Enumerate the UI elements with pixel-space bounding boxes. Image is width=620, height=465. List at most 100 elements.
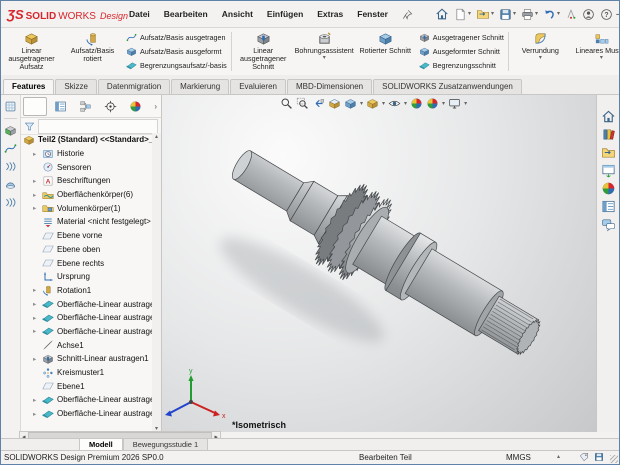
custom-properties-icon[interactable] bbox=[601, 199, 616, 214]
tree-item-material[interactable]: Material <nicht festgelegt> bbox=[21, 215, 152, 229]
extruded-boss-button[interactable]: Linear ausgetragener Aufsatz bbox=[1, 28, 62, 75]
surface-patch-icon[interactable] bbox=[4, 100, 17, 113]
dropdown-caret[interactable]: ▾ bbox=[513, 11, 516, 17]
dropdown-caret[interactable]: ▾ bbox=[464, 101, 467, 107]
previous-view-icon[interactable] bbox=[312, 97, 325, 110]
expand-arrow[interactable]: ▸ bbox=[33, 300, 42, 308]
tab-mbd-dimensionen[interactable]: MBD-Dimensionen bbox=[287, 79, 372, 95]
expand-arrow[interactable]: ▸ bbox=[33, 177, 42, 185]
home-icon[interactable] bbox=[601, 109, 616, 124]
tree-item-kreismuster1[interactable]: Kreismuster1 bbox=[21, 366, 152, 380]
expand-arrow[interactable]: ▸ bbox=[33, 191, 42, 199]
menu-datei[interactable]: Datei bbox=[129, 9, 150, 20]
tab-datenmigration[interactable]: Datenmigration bbox=[98, 79, 170, 95]
tree-item-surf-austragen5[interactable]: ▸Oberfläche-Linear austragen5 bbox=[21, 407, 152, 421]
curve-icon[interactable] bbox=[4, 160, 17, 173]
tab-markierung[interactable]: Markierung bbox=[171, 79, 229, 95]
resize-grip[interactable] bbox=[610, 455, 618, 463]
tree-item-surf-austragen2[interactable]: ▸Oberfläche-Linear austragen2 bbox=[21, 311, 152, 325]
tree-item-beschriftungen[interactable]: ▸Beschriftungen bbox=[21, 174, 152, 188]
tab-features[interactable]: Features bbox=[3, 79, 54, 95]
dome-icon[interactable] bbox=[4, 178, 17, 191]
graphics-viewport[interactable]: x y z ▾ ▾ ▾ ▾ ▾ *Isometrisch bbox=[162, 95, 597, 432]
rebuild-button[interactable] bbox=[565, 8, 577, 20]
help-button[interactable] bbox=[600, 8, 613, 21]
file-explorer-icon[interactable] bbox=[601, 145, 616, 160]
tree-item-ebene1[interactable]: Ebene1 bbox=[21, 379, 152, 393]
new-document-button[interactable]: ▾ bbox=[454, 8, 471, 21]
tab-displaymanager[interactable] bbox=[123, 97, 147, 116]
solidworks-forum-icon[interactable] bbox=[601, 217, 616, 232]
dropdown-caret[interactable]: ▾ bbox=[535, 11, 538, 17]
expand-arrow[interactable]: ▸ bbox=[33, 150, 42, 158]
tree-item-rotation1[interactable]: ▸Rotation1 bbox=[21, 284, 152, 298]
units-caret[interactable]: ▴ bbox=[557, 454, 560, 460]
tab-featuremanager[interactable] bbox=[23, 97, 47, 116]
boundary-cut-button[interactable]: Begrenzungsschnitt bbox=[419, 60, 504, 71]
sign-in-button[interactable] bbox=[582, 8, 595, 21]
custom-properties-tag-icon[interactable] bbox=[579, 452, 589, 462]
tree-item-surf-austragen3[interactable]: ▸Oberfläche-Linear austragen3 bbox=[21, 325, 152, 339]
dropdown-caret[interactable]: ▾ bbox=[404, 101, 407, 107]
gear-shaft-model[interactable]: x y z bbox=[162, 95, 597, 432]
revolved-cut-button[interactable]: Rotierter Schnitt bbox=[355, 28, 416, 75]
tree-item-historie[interactable]: ▸Historie bbox=[21, 147, 152, 161]
linear-pattern-button[interactable]: Lineares Muster ▾ bbox=[571, 28, 619, 75]
tree-item-oberflaechenkoerper[interactable]: ▸Oberflächenkörper(6) bbox=[21, 188, 152, 202]
dropdown-caret[interactable]: ▾ bbox=[382, 101, 385, 107]
tree-item-schnitt-austragen1[interactable]: ▸Schnitt-Linear austragen1 bbox=[21, 352, 152, 366]
swept-boss-button[interactable]: Aufsatz/Basis ausgetragen bbox=[126, 32, 227, 43]
undo-button[interactable]: ▾ bbox=[543, 8, 560, 21]
dropdown-caret[interactable]: ▾ bbox=[442, 101, 445, 107]
tree-item-ebene-vorne[interactable]: Ebene vorne bbox=[21, 229, 152, 243]
apply-scene-icon[interactable] bbox=[426, 97, 439, 110]
tab-configurationmanager[interactable] bbox=[73, 97, 97, 116]
expand-arrow[interactable]: ▸ bbox=[33, 396, 42, 404]
tree-item-surf-austragen4[interactable]: ▸Oberfläche-Linear austragen4 bbox=[21, 393, 152, 407]
view-settings-icon[interactable] bbox=[448, 97, 461, 110]
tree-item-ebene-oben[interactable]: Ebene oben bbox=[21, 243, 152, 257]
dropdown-caret[interactable]: ▾ bbox=[539, 55, 542, 61]
dropdown-caret[interactable]: ▾ bbox=[360, 101, 363, 107]
expand-arrow[interactable]: ▸ bbox=[33, 314, 42, 322]
tree-item-surf-austragen1[interactable]: ▸Oberfläche-Linear austragen1 bbox=[21, 297, 152, 311]
view-orientation-icon[interactable] bbox=[344, 97, 357, 110]
expand-arrow[interactable]: ▸ bbox=[33, 286, 42, 294]
dropdown-caret[interactable]: ▾ bbox=[468, 11, 471, 17]
coil-icon[interactable] bbox=[4, 196, 17, 209]
panel-flyout-button[interactable]: › bbox=[154, 102, 159, 111]
expand-arrow[interactable]: ▸ bbox=[33, 327, 42, 335]
scroll-up-arrow[interactable]: ▴ bbox=[155, 133, 158, 140]
hide-show-items-icon[interactable] bbox=[388, 97, 401, 110]
boundary-boss-button[interactable]: Begrenzungsaufsatz/-basis bbox=[126, 60, 227, 71]
units-selector[interactable]: MMGS bbox=[506, 453, 531, 462]
dropdown-caret[interactable]: ▾ bbox=[323, 55, 326, 61]
expand-arrow[interactable]: ▸ bbox=[33, 410, 42, 418]
dropdown-caret[interactable]: ▾ bbox=[491, 11, 494, 17]
open-button[interactable]: ▾ bbox=[476, 7, 494, 21]
spline-icon[interactable] bbox=[4, 142, 17, 155]
save-button[interactable]: ▾ bbox=[499, 8, 516, 21]
lofted-cut-button[interactable]: Ausgeformter Schnitt bbox=[419, 46, 504, 57]
section-view-icon[interactable] bbox=[328, 97, 341, 110]
swept-cut-button[interactable]: Ausgetragener Schnitt bbox=[419, 32, 504, 43]
appearances-scenes-icon[interactable] bbox=[601, 181, 616, 196]
tree-filter-input[interactable] bbox=[38, 119, 158, 134]
tab-evaluieren[interactable]: Evaluieren bbox=[230, 79, 286, 95]
tab-zusatzanwendungen[interactable]: SOLIDWORKS Zusatzanwendungen bbox=[373, 79, 522, 95]
lofted-boss-button[interactable]: Aufsatz/Basis ausgeformt bbox=[126, 46, 227, 57]
zoom-to-fit-icon[interactable] bbox=[280, 97, 293, 110]
tree-vertical-scrollbar[interactable]: ▴ ▾ bbox=[152, 133, 161, 432]
tree-item-achse1[interactable]: Achse1 bbox=[21, 338, 152, 352]
tab-dimxpertmanager[interactable] bbox=[98, 97, 122, 116]
zoom-to-area-icon[interactable] bbox=[296, 97, 309, 110]
print-button[interactable]: ▾ bbox=[521, 8, 538, 21]
menu-einfuegen[interactable]: Einfügen bbox=[267, 9, 303, 20]
menu-extras[interactable]: Extras bbox=[317, 9, 343, 20]
tree-item-volumenkoerper[interactable]: ▸Volumenkörper(1) bbox=[21, 201, 152, 215]
hole-wizard-button[interactable]: Bohrungsassistent ▾ bbox=[294, 28, 355, 75]
unsaved-changes-icon[interactable] bbox=[594, 452, 604, 462]
dropdown-caret[interactable]: ▾ bbox=[557, 11, 560, 17]
home-button[interactable] bbox=[435, 7, 449, 21]
view-palette-icon[interactable] bbox=[601, 163, 616, 178]
